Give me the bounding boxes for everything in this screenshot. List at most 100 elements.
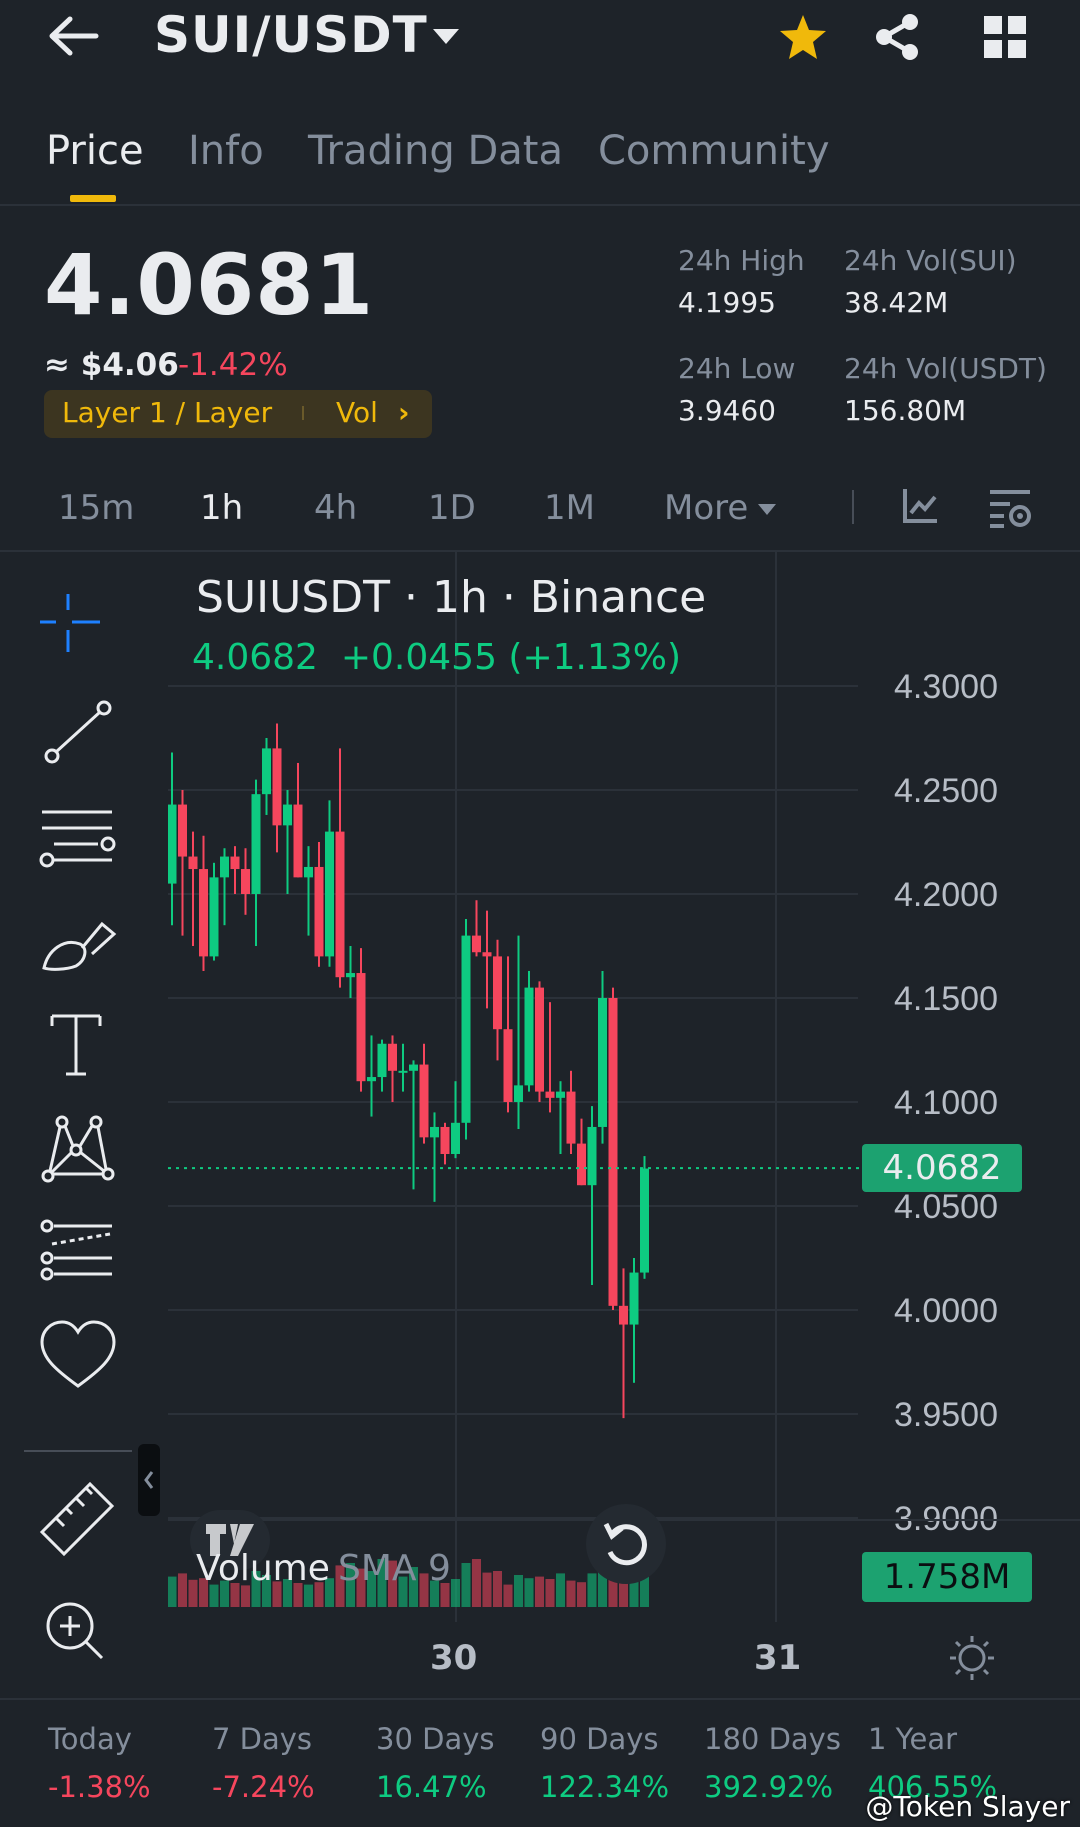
perf-180d: 180 Days 392.92% (704, 1722, 841, 1804)
fib-lines-icon[interactable] (36, 1212, 120, 1292)
tag-category-label: Layer 1 / Layer (62, 396, 273, 429)
volume-bar (545, 1579, 555, 1607)
chevron-right-icon: › (398, 396, 410, 429)
volume-bar (503, 1584, 513, 1607)
interval-1m[interactable]: 1M (544, 488, 595, 528)
active-tab-indicator (70, 195, 116, 202)
reset-chart-icon[interactable] (586, 1504, 666, 1584)
y-tick-label: 4.0500 (894, 1188, 998, 1226)
price-chart[interactable]: 4.3000 4.2500 4.2000 4.1500 4.1000 4.0500 4.00… (167, 552, 1080, 1702)
tab-price[interactable]: Price (46, 128, 144, 174)
trend-line-icon[interactable] (36, 690, 120, 770)
perf-label: 1 Year (868, 1722, 958, 1756)
text-icon[interactable] (36, 1004, 120, 1084)
grid-icon[interactable] (976, 8, 1034, 66)
vol-quote-label: 24h Vol(USDT) (844, 352, 1047, 385)
pair-title[interactable]: SUI/USDT (154, 6, 428, 64)
volume-bar (461, 1563, 471, 1607)
candle-body (283, 804, 292, 826)
candle-body (503, 1029, 513, 1102)
y-tick-label: 4.1000 (894, 1084, 998, 1122)
ruler-icon[interactable] (36, 1478, 120, 1558)
horizontal-lines-icon[interactable] (36, 794, 120, 874)
tab-trading-data[interactable]: Trading Data (308, 128, 563, 174)
chart-brightness-icon[interactable] (948, 1634, 996, 1682)
candle-body (398, 1070, 408, 1073)
perf-value: 392.92% (704, 1770, 834, 1804)
volume-bar (535, 1576, 544, 1607)
candle-body (482, 952, 492, 957)
interval-4h[interactable]: 4h (314, 488, 357, 528)
tab-info[interactable]: Info (188, 128, 264, 174)
vol-quote-value: 156.80M (844, 394, 967, 427)
candle-body (304, 866, 313, 878)
interval-15m[interactable]: 15m (58, 488, 134, 528)
perf-label: 90 Days (540, 1722, 659, 1756)
divider (852, 490, 854, 524)
star-icon[interactable] (774, 8, 832, 66)
candle-body (314, 866, 324, 957)
y-tick-label: 4.0000 (894, 1292, 998, 1330)
interval-1h[interactable]: 1h (200, 488, 243, 528)
perf-value: -1.38% (48, 1770, 151, 1804)
caret-down-icon[interactable] (428, 18, 464, 54)
candle-body (325, 831, 334, 957)
volume-bar (577, 1582, 586, 1607)
candle-body (346, 973, 355, 978)
candle-body (629, 1272, 639, 1325)
candle-body (241, 869, 250, 894)
candle-body (388, 1043, 397, 1071)
candle-body (209, 877, 219, 957)
caret-down-icon[interactable] (756, 498, 778, 520)
favorite-heart-icon[interactable] (36, 1316, 120, 1396)
perf-90d: 90 Days 122.34% (540, 1722, 669, 1804)
category-tag[interactable]: Layer 1 / Layer Vol › (44, 390, 432, 438)
volume-value-label: 1.758M (862, 1552, 1032, 1602)
high-value: 4.1995 (678, 286, 776, 319)
candle-body (220, 856, 229, 878)
volume-bar (524, 1578, 534, 1607)
chart-settings-icon[interactable] (986, 484, 1034, 532)
perf-label: Today (48, 1722, 132, 1756)
volume-bar (566, 1580, 576, 1607)
performance-bar: Today -1.38% 7 Days -7.24% 30 Days 16.47% 9… (0, 1698, 1080, 1827)
volume-bar (556, 1573, 565, 1607)
watermark: @Token Slayer (865, 1790, 1070, 1823)
x-tick-31: 31 (754, 1638, 802, 1678)
candle-body (524, 987, 534, 1086)
tab-community[interactable]: Community (598, 128, 830, 174)
volume-bar (167, 1576, 177, 1607)
perf-value: 122.34% (540, 1770, 670, 1804)
tag-divider (302, 406, 304, 420)
perf-label: 30 Days (376, 1722, 495, 1756)
low-value: 3.9460 (678, 394, 776, 427)
brush-icon[interactable] (36, 900, 120, 980)
crosshair-icon[interactable] (36, 586, 120, 666)
candle-body (461, 935, 471, 1123)
candle-body (535, 987, 544, 1092)
candle-body (545, 1091, 555, 1098)
chart-ohlc-line: 4.0682 +0.0455 (+1.13%) (192, 637, 682, 678)
share-icon[interactable] (868, 8, 926, 66)
interval-1d[interactable]: 1D (428, 488, 476, 528)
candle-body (293, 804, 303, 878)
top-bar: SUI/USDT (0, 0, 1080, 80)
vol-base-label: 24h Vol(SUI) (844, 244, 1017, 277)
zoom-in-icon[interactable] (36, 1592, 120, 1672)
arrow-left-icon[interactable] (44, 6, 104, 66)
collapse-toolbar-handle[interactable] (138, 1444, 160, 1516)
volume-bar (514, 1575, 523, 1607)
candle-body (178, 804, 187, 857)
candle-body (367, 1077, 376, 1082)
interval-more[interactable]: More (664, 488, 748, 528)
indicator-chart-icon[interactable] (898, 484, 942, 528)
candle-body (356, 973, 366, 1082)
perf-value: -7.24% (212, 1770, 315, 1804)
perf-today: Today -1.38% (48, 1722, 151, 1804)
volume-title: Volume (196, 1548, 330, 1589)
pattern-icon[interactable] (36, 1108, 120, 1188)
volume-sma: SMA 9 (338, 1548, 451, 1589)
candle-body (199, 869, 208, 957)
fiat-price: ≈ $4.06 (44, 347, 179, 383)
candle-body (587, 1126, 597, 1186)
